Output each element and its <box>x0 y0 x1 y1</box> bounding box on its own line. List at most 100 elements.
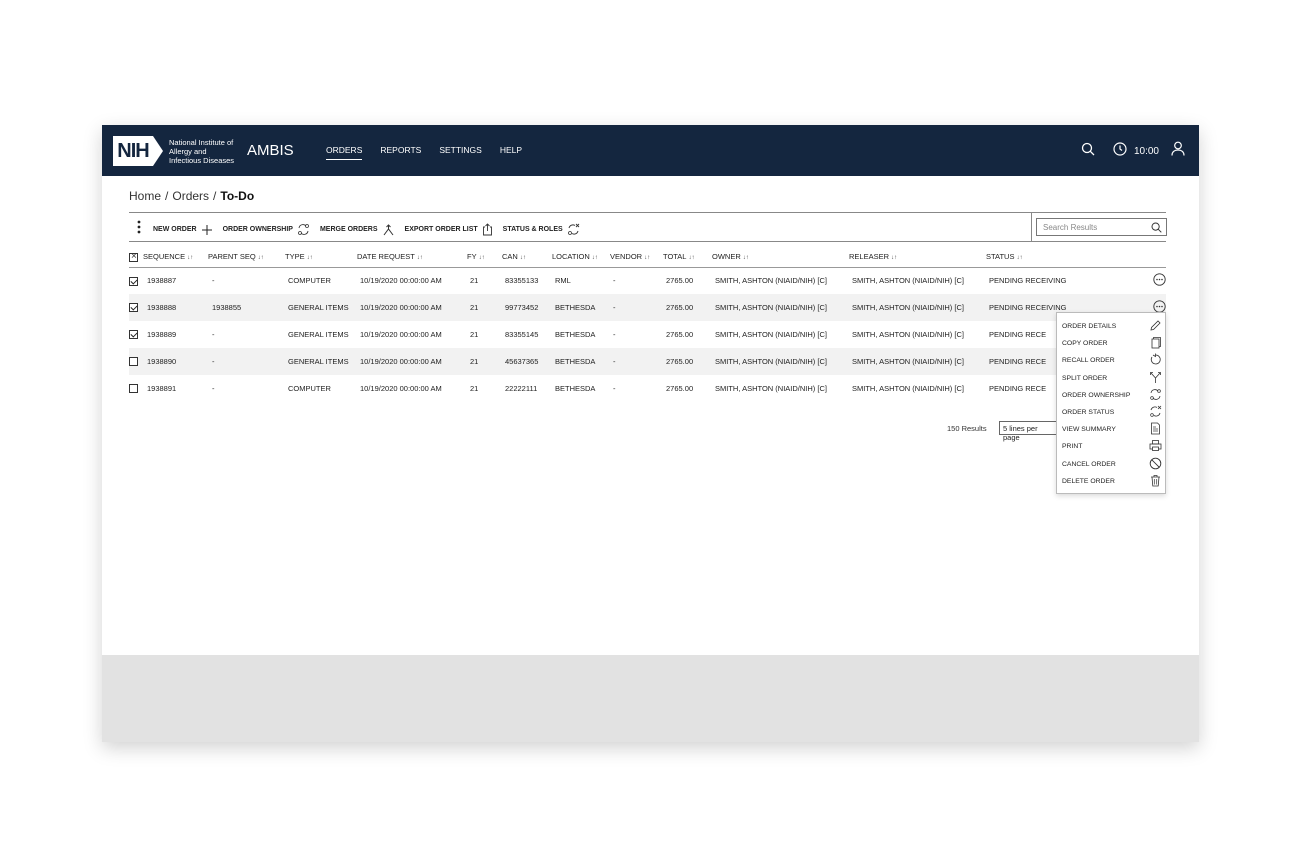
cell-type: GENERAL ITEMS <box>288 330 349 339</box>
more-options-icon[interactable] <box>1153 273 1166 288</box>
cell-type: GENERAL ITEMS <box>285 348 357 375</box>
status-icon <box>1149 405 1162 420</box>
breadcrumb-current: To-Do <box>220 189 255 203</box>
new-order-label: NEW ORDER <box>153 226 197 233</box>
breadcrumb-home[interactable]: Home <box>129 189 161 203</box>
cell-sequence: 1938888 <box>143 294 208 321</box>
menu-item-copy-order[interactable]: COPY ORDER <box>1062 335 1162 352</box>
col-parent-seq[interactable]: PARENT SEQ ↓↑ <box>208 247 285 268</box>
col-date-request[interactable]: DATE REQUEST ↓↑ <box>357 247 467 268</box>
export-order-list-button[interactable]: EXPORT ORDER LIST <box>405 223 493 236</box>
cell-fy: 21 <box>470 384 479 393</box>
cell-date-request: 10/19/2020 00:00:00 AM <box>360 276 442 286</box>
table-row[interactable]: 1938889 - GENERAL ITEMS 10/19/2020 00:00:00… <box>129 321 1166 348</box>
table-row[interactable]: 1938891 - COMPUTER 10/19/2020 00:00:00 AM 21… <box>129 375 1166 402</box>
col-owner[interactable]: OWNER ↓↑ <box>712 247 849 268</box>
top-right-controls: 10:00 <box>1065 141 1185 161</box>
print-icon <box>1149 439 1162 454</box>
row-checkbox[interactable] <box>129 357 138 367</box>
sort-icon: ↓↑ <box>891 255 898 262</box>
cell-date-request: 10/19/2020 00:00:00 AM <box>360 330 442 339</box>
table-row[interactable]: 1938888 1938855 GENERAL ITEMS 10/19/2020 00… <box>129 294 1166 321</box>
user-icon[interactable] <box>1171 141 1185 161</box>
cell-vendor: - <box>613 330 616 339</box>
clock-icon[interactable] <box>1113 141 1127 161</box>
search-icon[interactable] <box>1081 142 1095 161</box>
col-label: LOCATION <box>552 252 590 262</box>
table-header-row: SEQUENCE↓↑ PARENT SEQ↓↑ TYPE↓↑ DATE REQU… <box>129 247 1166 268</box>
col-releaser[interactable]: RELEASER ↓↑ <box>849 247 986 268</box>
search-results-icon[interactable] <box>1151 222 1162 233</box>
row-checkbox[interactable] <box>129 330 138 340</box>
cell-date-request: 10/19/2020 00:00:00 AM <box>357 294 467 321</box>
col-label: DATE REQUEST <box>357 252 415 262</box>
plus-icon <box>201 224 212 235</box>
table-row[interactable]: 1938887 - COMPUTER 10/19/2020 00:00:00 AM 21… <box>129 267 1166 294</box>
col-sequence[interactable]: SEQUENCE ↓↑ <box>143 247 208 268</box>
menu-item-label: CANCEL ORDER <box>1062 460 1116 468</box>
sort-icon: ↓↑ <box>1016 255 1023 262</box>
menu-item-recall-order[interactable]: RECALL ORDER <box>1062 352 1162 369</box>
row-checkbox[interactable] <box>129 384 138 394</box>
menu-item-print[interactable]: PRINT <box>1062 438 1162 455</box>
cell-fy: 21 <box>467 294 502 321</box>
menu-item-delete-order[interactable]: DELETE ORDER <box>1062 473 1162 490</box>
kebab-menu-icon[interactable] <box>137 220 141 239</box>
menu-item-split-order[interactable]: SPLIT ORDER <box>1062 370 1162 387</box>
sort-icon: ↓↑ <box>688 255 695 262</box>
pdf-icon <box>1149 422 1162 437</box>
menu-item-label: SPLIT ORDER <box>1062 374 1108 382</box>
per-page-select[interactable]: 5 lines per page <box>999 421 1059 442</box>
search-field[interactable] <box>1036 218 1167 236</box>
split-icon <box>1149 371 1162 386</box>
main-nav: ORDERS REPORTS SETTINGS HELP <box>326 145 540 160</box>
table-row[interactable]: 1938890- GENERAL ITEMS 10/19/2020 00:00:00… <box>129 348 1166 375</box>
nav-settings[interactable]: SETTINGS <box>439 145 482 160</box>
menu-item-order-details[interactable]: ORDER DETAILS <box>1062 318 1162 335</box>
merge-orders-button[interactable]: MERGE ORDERS <box>320 223 395 236</box>
select-all-checkbox[interactable] <box>129 251 138 262</box>
cell-owner: SMITH, ASHTON (NIAID/NIH) [C] <box>715 384 827 393</box>
nav-help[interactable]: HELP <box>500 145 522 160</box>
breadcrumb-orders[interactable]: Orders <box>172 189 209 203</box>
menu-item-cancel-order[interactable]: CANCEL ORDER <box>1062 456 1162 473</box>
row-checkbox[interactable] <box>129 276 138 286</box>
copy-icon <box>1149 336 1162 351</box>
menu-item-label: PRINT <box>1062 443 1083 451</box>
order-ownership-button[interactable]: ORDER OWNERSHIP <box>223 223 310 236</box>
menu-item-label: ORDER OWNERSHIP <box>1062 391 1131 399</box>
app-window: NIH National Institute of Allergy and In… <box>102 125 1199 742</box>
cell-sequence: 1938887 <box>147 276 177 286</box>
col-can[interactable]: CAN ↓↑ <box>502 247 552 268</box>
menu-item-label: RECALL ORDER <box>1062 357 1115 365</box>
nav-orders[interactable]: ORDERS <box>326 145 363 160</box>
col-total[interactable]: TOTAL ↓↑ <box>663 247 712 268</box>
status-roles-button[interactable]: STATUS & ROLES <box>503 223 580 236</box>
col-status[interactable]: STATUS ↓↑ <box>986 247 1136 268</box>
footer-area <box>102 655 1199 742</box>
search-container <box>1031 213 1167 242</box>
menu-item-view-summary[interactable]: VIEW SUMMARY <box>1062 421 1162 438</box>
col-location[interactable]: LOCATION ↓↑ <box>552 247 610 268</box>
cell-can: 45637365 <box>502 348 552 375</box>
col-type[interactable]: TYPE ↓↑ <box>285 247 357 268</box>
col-fy[interactable]: FY ↓↑ <box>467 247 502 268</box>
nav-reports[interactable]: REPORTS <box>380 145 421 160</box>
nih-logo-mark: NIH <box>113 136 153 166</box>
row-select-cell <box>129 348 143 375</box>
row-select-cell <box>129 375 143 402</box>
col-label: CAN <box>502 252 518 262</box>
col-label: OWNER <box>712 252 741 262</box>
new-order-button[interactable]: NEW ORDER <box>153 224 213 236</box>
cell-location: BETHESDA <box>552 348 610 375</box>
row-actions-menu: ORDER DETAILS COPY ORDER RECALL ORDER SPLIT… <box>1056 312 1166 494</box>
col-vendor[interactable]: VENDOR ↓↑ <box>610 247 663 268</box>
menu-item-order-status[interactable]: ORDER STATUS <box>1062 404 1162 421</box>
row-checkbox[interactable] <box>129 303 138 313</box>
cell-can: 83355133 <box>505 276 539 286</box>
cell-sequence: 1938890 <box>143 348 208 375</box>
search-input[interactable] <box>1043 222 1143 232</box>
nih-logo[interactable]: NIH National Institute of Allergy and In… <box>113 136 249 166</box>
menu-item-order-ownership[interactable]: ORDER OWNERSHIP <box>1062 387 1162 404</box>
cell-location: RML <box>555 276 571 286</box>
